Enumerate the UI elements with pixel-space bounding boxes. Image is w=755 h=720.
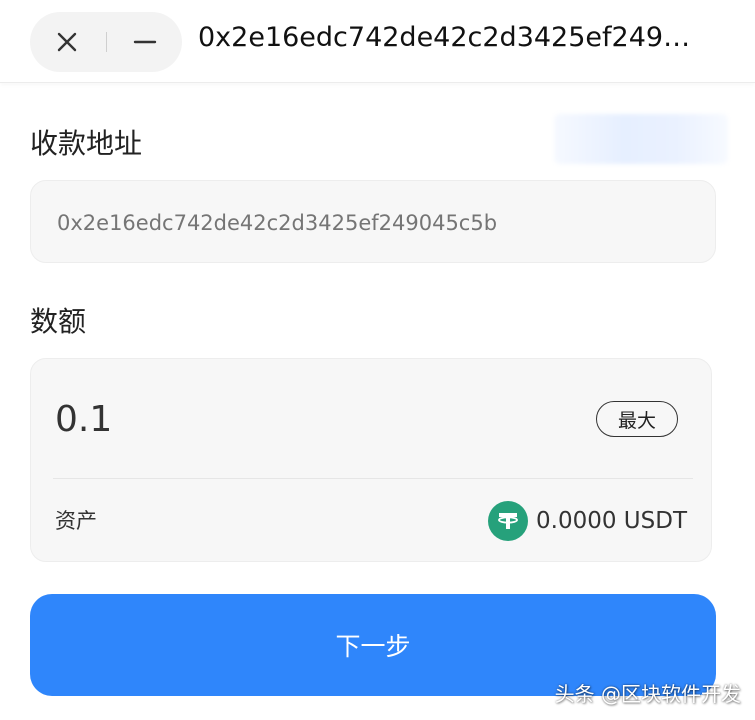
- close-button[interactable]: [32, 12, 102, 72]
- asset-balance: 0.0000 USDT: [536, 508, 687, 534]
- minimize-button[interactable]: [110, 12, 180, 72]
- controls-divider: [106, 32, 107, 52]
- asset-selector[interactable]: 0.0000 USDT: [488, 501, 687, 541]
- address-field-container[interactable]: [30, 180, 716, 263]
- tether-icon: [488, 501, 529, 541]
- watermark: 头条 @区块软件开发: [554, 682, 741, 706]
- amount-card: 0.1 最大 资产 0.0000 USDT: [30, 358, 712, 562]
- minimize-icon: [133, 40, 157, 44]
- address-label: 收款地址: [30, 127, 143, 160]
- asset-label: 资产: [55, 509, 97, 533]
- top-bar: 0x2e16edc742de42c2d3425ef249…: [0, 0, 755, 83]
- max-button[interactable]: 最大: [596, 401, 678, 437]
- amount-label: 数额: [30, 305, 87, 338]
- send-page: 0x2e16edc742de42c2d3425ef249… 收款地址 数额 0.…: [0, 0, 755, 720]
- divider: [53, 478, 693, 479]
- window-controls: [30, 12, 182, 72]
- close-icon: [57, 32, 77, 52]
- page-title: 0x2e16edc742de42c2d3425ef249…: [198, 22, 691, 53]
- amount-input[interactable]: 0.1: [55, 399, 112, 440]
- blurred-element: [554, 114, 728, 164]
- address-input[interactable]: [55, 203, 679, 243]
